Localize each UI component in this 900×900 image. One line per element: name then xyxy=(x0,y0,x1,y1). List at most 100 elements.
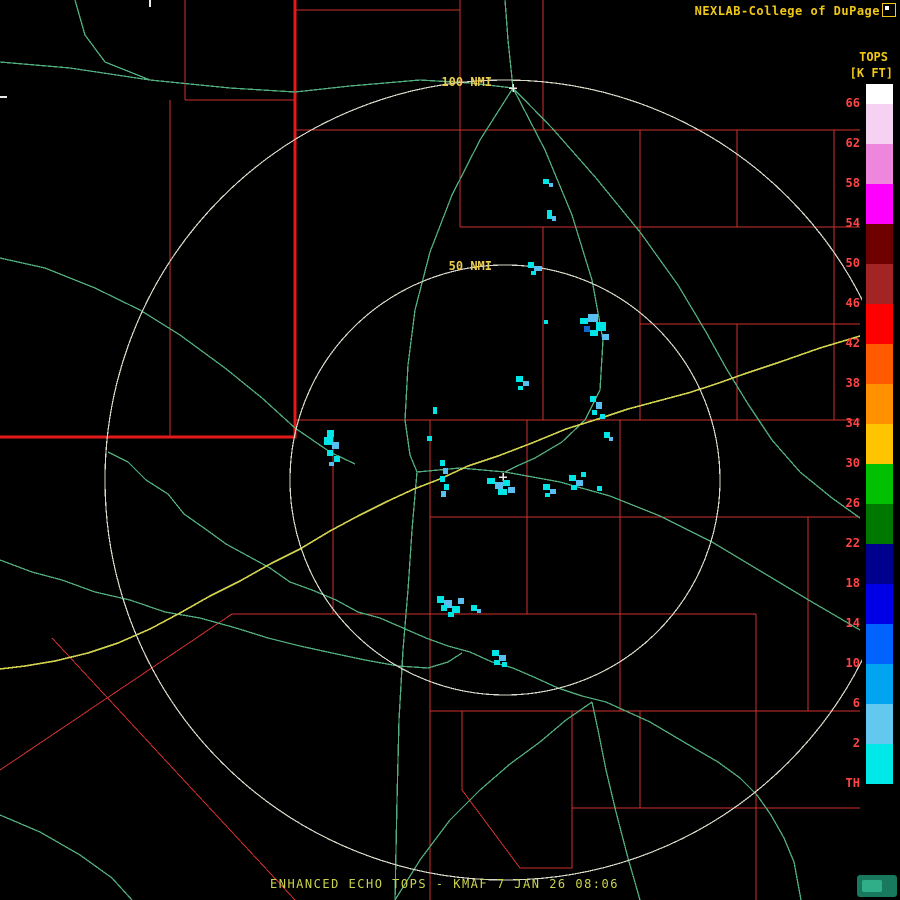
range-ring xyxy=(104,79,862,881)
colorbar-tick-label: 58 xyxy=(845,176,860,190)
echo-pixel xyxy=(584,326,590,332)
colorbar-segment xyxy=(866,424,893,464)
product-caption: ENHANCED ECHO TOPS - KMAF 7 JAN 26 08:06 xyxy=(270,877,619,891)
echo-pixel xyxy=(492,650,499,656)
colorbar-segment xyxy=(866,84,893,104)
echo-pixel xyxy=(502,662,507,667)
county-line xyxy=(461,711,573,869)
highway-green xyxy=(0,814,133,900)
echo-pixel xyxy=(498,489,507,495)
echo-pixel xyxy=(581,472,586,477)
echo-pixel xyxy=(427,436,432,441)
colorbar-tick-label: 34 xyxy=(845,416,860,430)
colorbar-tick-label: 50 xyxy=(845,256,860,270)
colorbar xyxy=(866,84,893,800)
colorbar-tick-label: 38 xyxy=(845,376,860,390)
echo-pixel xyxy=(327,430,334,437)
colorbar-segment xyxy=(866,224,893,264)
echo-pixel xyxy=(544,320,548,324)
range-ring-label: 50 NMI xyxy=(449,259,492,273)
echo-pixel xyxy=(327,450,333,456)
echo-pixel xyxy=(571,485,577,490)
colorbar-segment xyxy=(866,144,893,184)
echo-pixel xyxy=(602,334,609,340)
colorbar-tick-label: 30 xyxy=(845,456,860,470)
echo-pixel xyxy=(437,596,444,603)
echo-pixel xyxy=(600,414,605,419)
cod-weather-logo xyxy=(857,875,897,897)
echo-pixel xyxy=(334,456,340,462)
colorbar-tick-label: 18 xyxy=(845,576,860,590)
highway-green xyxy=(107,451,802,900)
echo-pixel xyxy=(518,386,523,390)
echo-pixel xyxy=(329,462,334,466)
colorbar-segment xyxy=(866,784,893,800)
colorbar-tick-label: 66 xyxy=(845,96,860,110)
echo-pixel xyxy=(499,655,506,661)
echo-pixel xyxy=(471,605,477,611)
echo-pixel xyxy=(440,460,445,466)
echo-pixel xyxy=(580,318,588,324)
colorbar-segment xyxy=(866,184,893,224)
echo-pixel xyxy=(503,480,510,486)
echo-pixel xyxy=(592,410,597,415)
highway-green xyxy=(512,87,861,519)
echo-pixel xyxy=(545,493,550,497)
echo-pixel xyxy=(495,482,503,489)
echo-pixel xyxy=(543,179,549,184)
echo-pixel xyxy=(597,486,602,491)
highway-green xyxy=(591,701,641,900)
colorbar-tick-label: 2 xyxy=(852,736,860,750)
highway-green xyxy=(416,467,861,631)
highway-green xyxy=(0,257,356,465)
colorbar-segment xyxy=(866,664,893,704)
colorbar-segment xyxy=(866,624,893,664)
site-title: NEXLAB-College of DuPage xyxy=(694,4,880,18)
colorbar-tick-label: 6 xyxy=(852,696,860,710)
echo-pixel xyxy=(448,612,454,617)
echo-pixel xyxy=(569,475,576,481)
colorbar-tick-label: 26 xyxy=(845,496,860,510)
colorbar-tick-label: TH xyxy=(845,776,860,790)
echo-pixel xyxy=(543,484,550,490)
echo-pixel xyxy=(440,476,445,482)
colorbar-tick-label: 14 xyxy=(845,616,860,630)
echo-pixel xyxy=(576,480,583,486)
echo-pixel xyxy=(547,210,552,219)
radar-map: 50 NMI 100 NMI xyxy=(0,0,862,900)
echo-pixel xyxy=(552,216,556,221)
echo-pixel xyxy=(531,271,536,275)
colorbar-units-label: [K FT] xyxy=(849,66,893,80)
colorbar-segment xyxy=(866,304,893,344)
echo-pixel xyxy=(443,468,448,474)
echo-pixel xyxy=(441,605,447,611)
colorbar-segment xyxy=(866,464,893,504)
colorbar-segment xyxy=(866,264,893,304)
county-line xyxy=(0,613,233,771)
highway-green xyxy=(504,0,514,89)
echo-pixel xyxy=(508,487,515,493)
highway-green xyxy=(394,471,418,900)
echo-pixel xyxy=(324,437,333,445)
echo-pixel xyxy=(590,330,598,336)
colorbar-segment xyxy=(866,704,893,744)
highway-green xyxy=(0,61,514,93)
colorbar-tick-label: 42 xyxy=(845,336,860,350)
colorbar-segment xyxy=(866,544,893,584)
echo-pixel xyxy=(523,381,529,386)
colorbar-tick-label: 22 xyxy=(845,536,860,550)
echo-pixel xyxy=(596,322,606,331)
colorbar-segment xyxy=(866,584,893,624)
highway-green xyxy=(394,701,593,900)
nexlab-logo-icon xyxy=(882,3,896,17)
echo-pixel xyxy=(516,376,523,382)
echo-pixel xyxy=(609,437,613,441)
colorbar-segment xyxy=(866,104,893,144)
highway-green xyxy=(504,87,604,473)
colorbar-segment xyxy=(866,744,893,784)
echo-pixel xyxy=(550,489,556,494)
echo-pixel xyxy=(528,262,534,268)
colorbar-tick-label: 54 xyxy=(845,216,860,230)
colorbar-tick-label: 10 xyxy=(845,656,860,670)
radar-frame: 50 NMI 100 NMI NEXLAB-College of DuPage T… xyxy=(0,0,900,900)
